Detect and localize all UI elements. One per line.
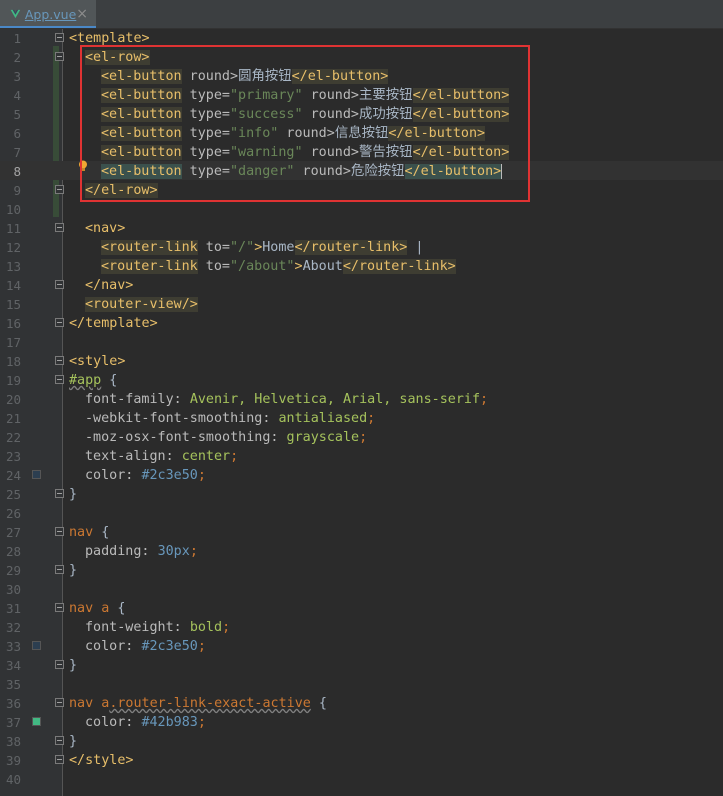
fold-icon[interactable] — [55, 660, 64, 669]
line-number: 34 — [5, 658, 21, 673]
code-line-19: #app { — [69, 373, 118, 388]
code-line-18: <style> — [69, 354, 126, 369]
code-line-28: padding: 30px; — [85, 544, 198, 559]
line-number: 29 — [5, 563, 21, 578]
line-number: 37 — [5, 715, 21, 730]
line-number: 25 — [5, 487, 21, 502]
code-line-12: <router-link to="/">Home</router-link> | — [101, 240, 424, 255]
fold-icon[interactable] — [55, 52, 64, 61]
fold-icon[interactable] — [55, 318, 64, 327]
fold-icon[interactable] — [55, 33, 64, 42]
line-number: 26 — [5, 506, 21, 521]
fold-icon[interactable] — [55, 223, 64, 232]
fold-icon[interactable] — [55, 698, 64, 707]
code-line-22: -moz-osx-font-smoothing: grayscale; — [85, 430, 368, 445]
code-line-15: <router-view/> — [85, 297, 198, 312]
line-number: 5 — [13, 107, 21, 122]
line-number: 30 — [5, 582, 21, 597]
line-number: 39 — [5, 753, 21, 768]
line-number: 3 — [13, 69, 21, 84]
code-line-38: } — [69, 734, 78, 749]
code-line-20: font-family: Avenir, Helvetica, Arial, s… — [85, 392, 489, 407]
line-number: 28 — [5, 544, 21, 559]
line-number: 4 — [13, 88, 21, 103]
code-line-21: -webkit-font-smoothing: antialiased; — [85, 411, 376, 426]
line-number: 32 — [5, 620, 21, 635]
line-number: 21 — [5, 411, 21, 426]
line-number: 1 — [13, 31, 21, 46]
fold-icon[interactable] — [55, 375, 64, 384]
fold-icon[interactable] — [55, 489, 64, 498]
line-number: 35 — [5, 677, 21, 692]
active-tab-indicator — [0, 26, 96, 28]
editor-tab-bar: App.vue × — [0, 0, 723, 29]
line-number: 7 — [13, 145, 21, 160]
fold-icon[interactable] — [55, 356, 64, 365]
line-number: 10 — [5, 202, 21, 217]
color-swatch-l24[interactable] — [32, 470, 41, 479]
line-number: 23 — [5, 449, 21, 464]
line-number: 8 — [13, 164, 21, 179]
line-number: 22 — [5, 430, 21, 445]
fold-icon[interactable] — [55, 565, 64, 574]
line-number: 11 — [5, 221, 21, 236]
line-number: 16 — [5, 316, 21, 331]
line-number: 12 — [5, 240, 21, 255]
color-swatch-l37[interactable] — [32, 717, 41, 726]
code-line-14: </nav> — [85, 278, 134, 293]
annotation-highlight-box — [80, 45, 530, 202]
code-line-23: text-align: center; — [85, 449, 239, 464]
line-number: 38 — [5, 734, 21, 749]
code-line-31: nav a { — [69, 601, 126, 616]
line-number: 20 — [5, 392, 21, 407]
fold-icon[interactable] — [55, 736, 64, 745]
line-number: 36 — [5, 696, 21, 711]
code-line-37: color: #42b983; — [85, 715, 206, 730]
fold-icon[interactable] — [55, 755, 64, 764]
line-number: 18 — [5, 354, 21, 369]
line-number: 27 — [5, 525, 21, 540]
line-number: 14 — [5, 278, 21, 293]
code-line-24: color: #2c3e50; — [85, 468, 206, 483]
code-line-39: </style> — [69, 753, 134, 768]
code-line-25: } — [69, 487, 78, 502]
line-number: 2 — [13, 50, 21, 65]
tab-app-vue[interactable]: App.vue × — [0, 0, 96, 28]
fold-icon[interactable] — [55, 603, 64, 612]
code-line-36: nav a.router-link-exact-active { — [69, 696, 327, 711]
vue-file-icon — [10, 9, 21, 19]
close-tab-icon[interactable]: × — [76, 6, 88, 22]
code-line-13: <router-link to="/about">About</router-l… — [101, 259, 456, 274]
code-line-11: <nav> — [85, 221, 126, 236]
code-line-29: } — [69, 563, 78, 578]
fold-icon[interactable] — [55, 280, 64, 289]
fold-icon[interactable] — [55, 185, 64, 194]
line-number: 17 — [5, 335, 21, 350]
code-line-27: nav { — [69, 525, 110, 540]
line-number: 31 — [5, 601, 21, 616]
fold-icon[interactable] — [55, 527, 64, 536]
code-line-33: color: #2c3e50; — [85, 639, 206, 654]
code-line-32: font-weight: bold; — [85, 620, 231, 635]
line-number: 33 — [5, 639, 21, 654]
line-number: 6 — [13, 126, 21, 141]
line-number: 19 — [5, 373, 21, 388]
line-number: 9 — [13, 183, 21, 198]
code-line-34: } — [69, 658, 78, 673]
line-number: 15 — [5, 297, 21, 312]
color-swatch-l33[interactable] — [32, 641, 41, 650]
line-number: 13 — [5, 259, 21, 274]
tab-label: App.vue — [24, 6, 77, 22]
code-line-16: </template> — [69, 316, 158, 331]
line-number: 24 — [5, 468, 21, 483]
line-number: 40 — [5, 772, 21, 787]
